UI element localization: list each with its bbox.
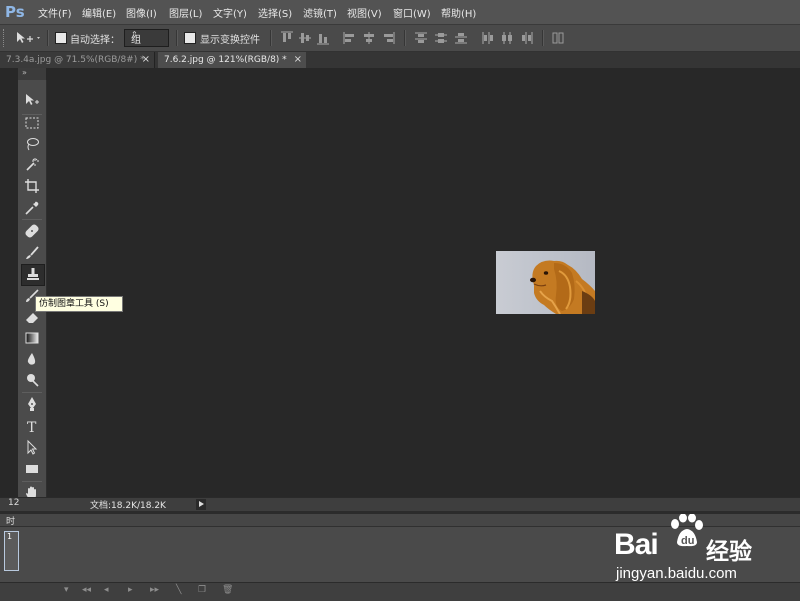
menu-help[interactable]: 帮助(H) — [441, 5, 476, 20]
separator — [22, 481, 42, 482]
close-icon[interactable]: × — [294, 52, 302, 68]
tween-icon[interactable]: ╲ — [176, 585, 181, 595]
timeline-panel-title[interactable]: 时 — [6, 514, 15, 527]
separator — [22, 392, 42, 393]
loop-menu-icon[interactable]: ▾ — [64, 585, 69, 595]
delete-frame-icon[interactable]: 🗑 — [222, 585, 233, 595]
healing-brush-icon[interactable] — [21, 221, 43, 241]
distribute-top-icon[interactable] — [414, 31, 428, 45]
align-right-icon[interactable] — [381, 31, 395, 45]
menu-filter[interactable]: 滤镜(T) — [303, 5, 337, 20]
canvas-image[interactable] — [496, 251, 595, 314]
status-bar: 12 文档:18.2K/18.2K — [0, 497, 800, 512]
zoom-field[interactable]: 12 — [8, 498, 19, 508]
marquee-tool-icon[interactable] — [21, 113, 43, 133]
auto-select-dropdown[interactable]: 组 ⇕ — [124, 29, 169, 47]
distribute-right-icon[interactable] — [520, 31, 534, 45]
auto-select-checkbox[interactable] — [55, 32, 67, 44]
menu-edit[interactable]: 编辑(E) — [82, 5, 116, 20]
animation-frame[interactable]: 1 — [4, 531, 19, 571]
pen-tool-icon[interactable] — [21, 394, 43, 414]
baidu-jingyan-watermark: du Bai 经验 jingyan.baidu.com — [612, 512, 800, 600]
distribute-vcenter-icon[interactable] — [434, 31, 448, 45]
clone-stamp-tool-icon[interactable] — [21, 264, 45, 286]
show-transform-label: 显示变换控件 — [200, 35, 260, 46]
show-transform-checkbox[interactable] — [184, 32, 196, 44]
watermark-url: jingyan.baidu.com — [616, 565, 737, 582]
tab-label: 7.6.2.jpg @ 121%(RGB/8) * — [164, 55, 287, 65]
separator — [270, 30, 272, 46]
menu-type[interactable]: 文字(Y) — [213, 5, 247, 20]
previous-frame-icon[interactable]: ◂ — [104, 585, 109, 595]
dog-image — [530, 260, 595, 314]
move-tool-preset-icon[interactable] — [16, 31, 42, 45]
eyedropper-icon[interactable] — [21, 198, 43, 218]
toolbar-header[interactable]: » — [18, 68, 46, 80]
document-info: 文档:18.2K/18.2K — [90, 501, 166, 511]
menu-file[interactable]: 文件(F) — [38, 5, 72, 20]
align-vcenter-icon[interactable] — [298, 31, 312, 45]
menu-bar: Ps 文件(F) 编辑(E) 图像(I) 图层(L) 文字(Y) 选择(S) 滤… — [0, 0, 800, 25]
dropdown-arrows-icon: ⇕ — [131, 30, 138, 39]
separator — [47, 30, 49, 46]
gradient-tool-icon[interactable] — [21, 328, 43, 348]
status-menu-arrow-icon[interactable] — [196, 499, 206, 510]
tab-label: 7.3.4a.jpg @ 71.5%(RGB/8#) * — [6, 55, 145, 65]
play-icon[interactable]: ▸ — [128, 585, 133, 595]
menu-image[interactable]: 图像(I) — [126, 5, 157, 20]
distribute-hcenter-icon[interactable] — [500, 31, 514, 45]
distribute-bottom-icon[interactable] — [454, 31, 468, 45]
svg-text:T: T — [27, 420, 37, 434]
duplicate-frame-icon[interactable]: ❐ — [198, 585, 206, 595]
type-tool-icon[interactable]: T — [21, 416, 43, 436]
dodge-tool-icon[interactable] — [21, 370, 43, 390]
first-frame-icon[interactable]: ◂◂ — [82, 585, 91, 595]
crop-tool-icon[interactable] — [21, 176, 43, 196]
menu-window[interactable]: 窗口(W) — [393, 5, 431, 20]
separator — [404, 30, 406, 46]
align-bottom-icon[interactable] — [316, 31, 330, 45]
brush-tool-icon[interactable] — [21, 243, 43, 263]
move-tool-icon[interactable] — [21, 90, 43, 110]
separator — [176, 30, 178, 46]
menu-view[interactable]: 视图(V) — [347, 5, 382, 20]
magic-wand-icon[interactable] — [21, 155, 43, 175]
menu-select[interactable]: 选择(S) — [258, 5, 292, 20]
auto-align-icon[interactable] — [551, 31, 565, 45]
rectangle-tool-icon[interactable] — [21, 459, 43, 479]
tab-document-2[interactable]: 7.6.2.jpg @ 121%(RGB/8) * × — [158, 52, 306, 68]
distribute-left-icon[interactable] — [481, 31, 495, 45]
blur-tool-icon[interactable] — [21, 349, 43, 369]
separator — [22, 219, 42, 220]
document-tab-bar: 7.3.4a.jpg @ 71.5%(RGB/8#) * × 7.6.2.jpg… — [0, 52, 800, 68]
watermark-cn: 经验 — [706, 539, 752, 565]
path-selection-icon[interactable] — [21, 437, 43, 457]
baidu-paw-logo: du — [671, 514, 703, 547]
close-icon[interactable]: × — [142, 52, 150, 68]
tab-document-1[interactable]: 7.3.4a.jpg @ 71.5%(RGB/8#) * × — [0, 52, 155, 68]
auto-select-label: 自动选择： — [70, 35, 120, 46]
lasso-tool-icon[interactable] — [21, 134, 43, 154]
collapse-toolbar-icon[interactable]: » — [22, 68, 27, 77]
next-frame-icon[interactable]: ▸▸ — [150, 585, 159, 595]
options-grip[interactable] — [3, 29, 8, 47]
align-hcenter-icon[interactable] — [362, 31, 376, 45]
photoshop-logo: Ps — [5, 3, 25, 21]
separator — [542, 30, 544, 46]
options-bar: 自动选择： 组 ⇕ 显示变换控件 — [0, 25, 800, 52]
menu-layer[interactable]: 图层(L) — [169, 5, 202, 20]
align-left-icon[interactable] — [343, 31, 357, 45]
frame-number: 1 — [7, 532, 13, 541]
align-top-icon[interactable] — [280, 31, 294, 45]
tool-tooltip: 仿制图章工具 (S) — [35, 296, 123, 312]
watermark-brand: Bai — [614, 528, 659, 561]
svg-text:du: du — [681, 535, 694, 547]
